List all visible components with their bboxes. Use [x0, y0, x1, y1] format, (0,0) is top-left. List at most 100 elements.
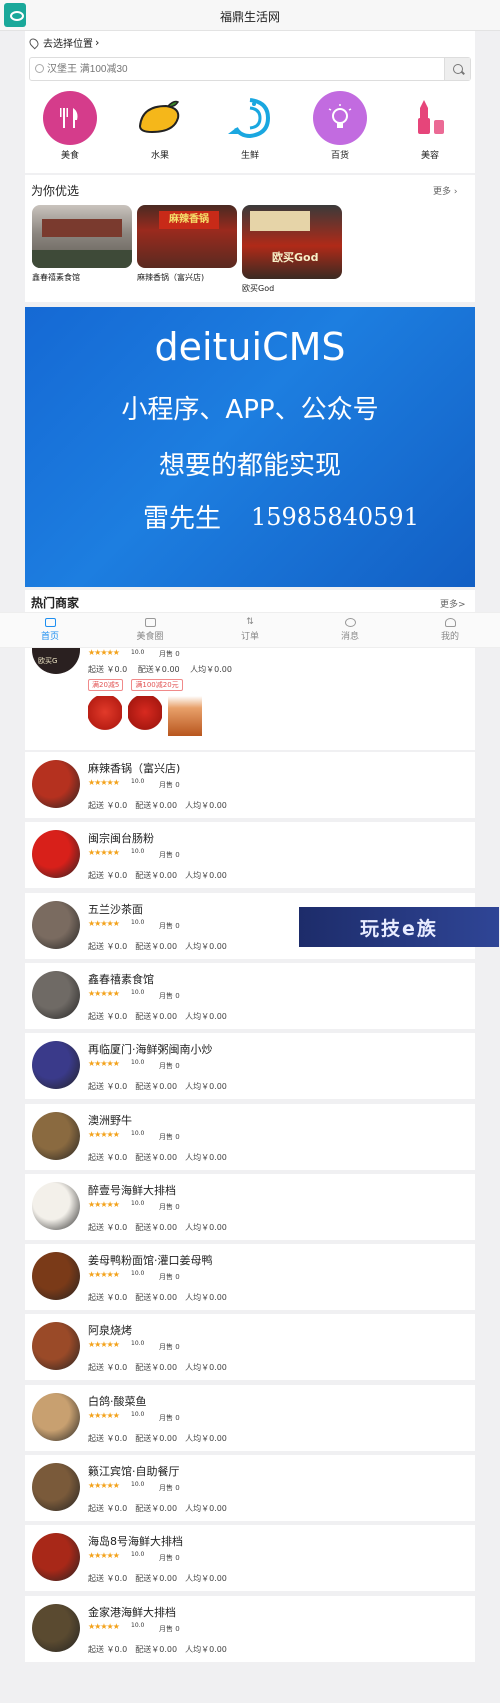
coupon-badge: 满100减20元 — [131, 679, 183, 691]
shop-meta: 起送 ￥0.0 配送￥0.00 人均￥0.00 — [88, 1081, 235, 1092]
shop-card[interactable]: 闽宗闽台肠粉 ★★★★★ 10.0 月售 0 起送 ￥0.0 配送￥0.00 人均￥0.00 — [25, 822, 475, 888]
shop-avatar — [32, 1604, 80, 1652]
shop-card[interactable]: 再临厦门·海鲜粥闽南小炒 ★★★★★ 10.0 月售 0 起送 ￥0.0 配送￥0.00 人… — [25, 1033, 475, 1099]
rating-stars: ★★★★★ — [88, 1340, 120, 1349]
lipstick-icon — [403, 91, 457, 145]
rating-score: 10.0 — [131, 1551, 145, 1558]
category-label: 百货 — [330, 151, 349, 161]
category-fruit[interactable]: 水果 — [120, 86, 200, 166]
avg-price: 人均￥0.00 — [185, 871, 227, 880]
rating-score: 10.0 — [131, 1059, 145, 1066]
delivery-fee: 配送￥0.00 — [135, 1645, 178, 1654]
min-order: 起送 ￥0.0 — [88, 1645, 128, 1654]
recommend-item[interactable]: 鑫春禧素食馆 — [32, 205, 132, 283]
shop-avatar: 欧买G — [32, 648, 80, 674]
tab-label: 首页 — [40, 632, 59, 642]
top-bar: 福鼎生活网 — [0, 0, 500, 31]
shop-card[interactable]: 金家港海鲜大排档 ★★★★★ 10.0 月售 0 起送 ￥0.0 配送￥0.00 人均￥0.… — [25, 1596, 475, 1662]
shop-name: 白鸽·酸菜鱼 — [88, 1395, 147, 1408]
tab-food-circle[interactable]: 美食圈 — [100, 613, 200, 647]
delivery-fee: 配送￥0.00 — [135, 1574, 178, 1583]
min-order: 起送 ￥0.0 — [88, 942, 128, 951]
recommend-more-link[interactable]: 更多 › — [433, 184, 458, 197]
min-order: 起送 ￥0.0 — [88, 1153, 128, 1162]
shop-card[interactable]: 籁江宾馆·自助餐厅 ★★★★★ 10.0 月售 0 起送 ￥0.0 配送￥0.00 人均￥0… — [25, 1455, 475, 1521]
min-order: 起送 ￥0.0 — [88, 1223, 128, 1232]
avg-price: 人均￥0.00 — [185, 1012, 227, 1021]
lightbulb-icon — [313, 91, 367, 145]
shop-card[interactable]: 鑫春禧素食馆 ★★★★★ 10.0 月售 0 起送 ￥0.0 配送￥0.00 人均￥0.00 — [25, 963, 475, 1029]
shop-card[interactable]: 海岛8号海鲜大排档 ★★★★★ 10.0 月售 0 起送 ￥0.0 配送￥0.00 人均￥0… — [25, 1525, 475, 1591]
shop-card[interactable]: 白鸽·酸菜鱼 ★★★★★ 10.0 月售 0 起送 ￥0.0 配送￥0.00 人均￥0.00 — [25, 1385, 475, 1451]
shop-card[interactable]: 欧买G ★★★★★ 10.0 月售 0 起送 ￥0.0 配送￥0.00 人均￥0… — [25, 648, 475, 750]
product-thumb[interactable] — [168, 696, 202, 736]
mango-icon — [133, 91, 187, 145]
shop-name: 姜母鸭粉面馆·灌口姜母鸭 — [88, 1254, 213, 1267]
shop-meta: 起送 ￥0.0 配送￥0.00 人均￥0.00 — [88, 1152, 235, 1163]
tab-profile[interactable]: 我的 — [400, 613, 500, 647]
shop-name: 鑫春禧素食馆 — [88, 973, 154, 986]
tab-home[interactable]: 首页 — [0, 613, 100, 647]
category-beauty[interactable]: 美容 — [390, 86, 470, 166]
shop-card[interactable]: 澳洲野牛 ★★★★★ 10.0 月售 0 起送 ￥0.0 配送￥0.00 人均￥0.00 — [25, 1104, 475, 1170]
bottom-tab-bar: 首页 美食圈 ⇅ 订单 消息 我的 — [0, 612, 500, 648]
tab-orders[interactable]: ⇅ 订单 — [200, 613, 300, 647]
rating-stars: ★★★★★ — [88, 1551, 120, 1560]
monthly-sales: 月售 0 — [159, 1554, 180, 1562]
delivery-fee: 配送￥0.00 — [135, 801, 178, 810]
shop-card[interactable]: 阿泉烧烤 ★★★★★ 10.0 月售 0 起送 ￥0.0 配送￥0.00 人均￥0.00 — [25, 1314, 475, 1380]
shop-card[interactable]: 醉壹号海鲜大排档 ★★★★★ 10.0 月售 0 起送 ￥0.0 配送￥0.00 人均￥0.… — [25, 1174, 475, 1240]
rating-score: 10.0 — [131, 848, 145, 855]
product-thumb[interactable] — [128, 696, 162, 736]
shop-avatar — [32, 830, 80, 878]
search-button[interactable] — [444, 58, 470, 80]
page-title: 福鼎生活网 — [219, 10, 280, 24]
hot-more-link[interactable]: 更多> — [440, 597, 466, 610]
search-input[interactable] — [30, 58, 444, 80]
rating-stars: ★★★★★ — [88, 1411, 120, 1420]
monthly-sales: 月售 0 — [159, 781, 180, 789]
shop-photo — [32, 205, 132, 268]
promo-banner[interactable]: deituiCMS 小程序、APP、公众号 想要的都能实现 雷先生 159858… — [25, 307, 475, 587]
tab-messages[interactable]: 消息 — [300, 613, 400, 647]
delivery-fee: 配送￥0.00 — [137, 665, 180, 674]
rating-score: 10.0 — [131, 1270, 145, 1277]
search-bar[interactable] — [29, 57, 471, 81]
rating-score: 10.0 — [131, 989, 145, 996]
shop-name: 再临厦门·海鲜粥闽南小炒 — [88, 1043, 213, 1056]
message-icon — [344, 618, 356, 627]
shop-avatar — [32, 1533, 80, 1581]
min-order: 起送 ￥0.0 — [88, 1504, 128, 1513]
shop-name: 籁江宾馆·自助餐厅 — [88, 1465, 180, 1478]
recommend-item[interactable]: 麻辣香锅 麻辣香锅（富兴店) — [137, 205, 237, 283]
banner-contact-phone: 15985840591 — [251, 503, 419, 531]
location-selector[interactable]: 去选择位置 › — [27, 35, 99, 50]
monthly-sales: 月售 0 — [159, 992, 180, 1000]
rating-stars: ★★★★★ — [88, 1270, 120, 1279]
category-goods[interactable]: 百货 — [300, 86, 380, 166]
rating-stars: ★★★★★ — [88, 1200, 120, 1209]
min-order: 起送 ￥0.0 — [88, 871, 128, 880]
rating-score: 10.0 — [131, 919, 145, 926]
delivery-fee: 配送￥0.00 — [135, 1363, 178, 1372]
order-icon: ⇅ — [246, 617, 254, 627]
home-icon — [44, 618, 56, 627]
avg-price: 人均￥0.00 — [185, 1434, 227, 1443]
category-food[interactable]: 美食 — [30, 86, 110, 166]
hot-title: 热门商家 — [31, 596, 80, 610]
shop-meta: 起送 ￥0.0 配送￥0.00 人均￥0.00 — [88, 664, 232, 675]
search-icon — [35, 64, 44, 73]
rating-score: 10.0 — [131, 778, 145, 785]
shop-card[interactable]: 姜母鸭粉面馆·灌口姜母鸭 ★★★★★ 10.0 月售 0 起送 ￥0.0 配送￥0.00 人… — [25, 1244, 475, 1310]
shop-meta: 起送 ￥0.0 配送￥0.00 人均￥0.00 — [88, 1362, 235, 1373]
recommend-item[interactable]: 欧买God 欧买God — [242, 205, 342, 294]
monthly-sales: 月售 0 — [159, 1203, 180, 1211]
product-thumb[interactable] — [88, 696, 122, 736]
shop-card[interactable]: 麻辣香锅（富兴店) ★★★★★ 10.0 月售 0 起送 ￥0.0 配送￥0.00 人均￥0… — [25, 752, 475, 818]
avg-price: 人均￥0.00 — [185, 1645, 227, 1654]
monthly-sales: 月售 0 — [159, 922, 180, 930]
rating-score: 10.0 — [131, 1411, 145, 1418]
rating-score: 10.0 — [131, 1622, 145, 1629]
category-seafood[interactable]: 生鲜 — [210, 86, 290, 166]
min-order: 起送 ￥0.0 — [88, 1574, 128, 1583]
